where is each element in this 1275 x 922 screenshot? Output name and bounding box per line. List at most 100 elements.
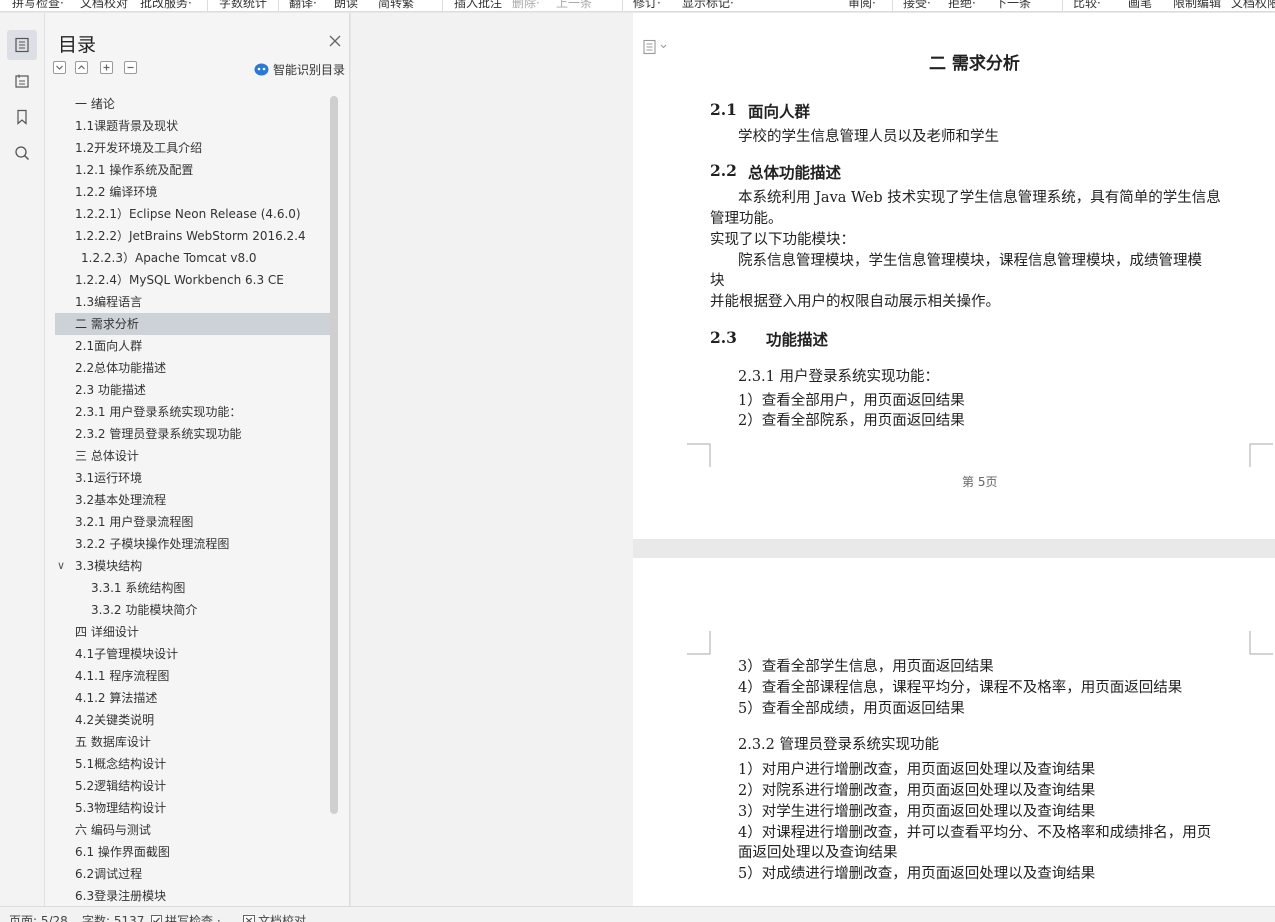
document-page[interactable]: 二 需求分析 2.1 面向人群 学校的学生信息管理人员以及老师和学生 2.2 总… (633, 13, 1275, 539)
reject-button[interactable]: 拒绝· (948, 0, 976, 11)
toc-item[interactable]: 1.2.2.3）Apache Tomcat v8.0 (55, 247, 331, 269)
toc-item[interactable]: 1.2开发环境及工具介绍 (55, 137, 331, 159)
translate-button[interactable]: 翻译· (289, 0, 317, 11)
chevron-down-icon[interactable]: ∨ (57, 555, 65, 577)
chapter-nav-button[interactable] (7, 66, 37, 96)
restrict-editing-button[interactable]: 限制编辑 (1173, 0, 1221, 11)
close-icon[interactable] (328, 34, 342, 48)
toc-item[interactable]: 二 需求分析 (55, 313, 331, 335)
toc-item[interactable]: 4.1.2 算法描述 (55, 687, 331, 709)
toc-item[interactable]: 4.1子管理模块设计 (55, 643, 331, 665)
toc-item[interactable]: 五 数据库设计 (55, 731, 331, 753)
collapse-all-button[interactable] (53, 61, 66, 74)
toc-item[interactable]: 2.2总体功能描述 (55, 357, 331, 379)
toc-item[interactable]: 1.2.2.2）JetBrains WebStorm 2016.2.4 (55, 225, 331, 247)
toc-item[interactable]: 1.2.2.1）Eclipse Neon Release (4.6.0) (55, 203, 331, 225)
previous-comment-button[interactable]: 上一条 (556, 0, 592, 11)
compare-button[interactable]: 比较· (1073, 0, 1101, 11)
toc-item[interactable]: 6.3登录注册模块 (55, 885, 331, 906)
toc-item-label: 1.1课题背景及现状 (75, 119, 179, 133)
toc-item-label: 3.2基本处理流程 (75, 493, 167, 507)
page-options-icon[interactable] (642, 39, 670, 55)
toc-item[interactable]: 1.3编程语言 (55, 291, 331, 313)
subsection-heading: 2.3.2 管理员登录系统实现功能 (738, 737, 940, 753)
toc-item[interactable]: 3.1运行环境 (55, 467, 331, 489)
toc-item[interactable]: 一 绪论 (55, 93, 331, 115)
spell-check-toggle[interactable]: 拼写检查 · (151, 912, 221, 922)
section-heading: 总体功能描述 (748, 163, 842, 182)
add-heading-button[interactable] (100, 61, 113, 74)
read-aloud-button[interactable]: 朗读 (334, 0, 358, 11)
toc-item-label: 6.2调试过程 (75, 867, 143, 881)
toc-item[interactable]: 三 总体设计 (55, 445, 331, 467)
track-changes-button[interactable]: 修订· (633, 0, 661, 11)
bookmark-panel-button[interactable] (7, 102, 37, 132)
next-change-button[interactable]: 下一条 (995, 0, 1031, 11)
toc-item[interactable]: 1.2.2.4）MySQL Workbench 6.3 CE (55, 269, 331, 291)
toc-item[interactable]: 4.2关键类说明 (55, 709, 331, 731)
section-number: 2.1 (710, 100, 737, 119)
document-permission-button[interactable]: 文档权限 (1231, 0, 1275, 11)
plus-icon (103, 64, 110, 71)
proofread-toggle[interactable]: 文档校对 (243, 912, 306, 922)
chapter-heading: 二 需求分析 (929, 54, 1020, 74)
toc-item[interactable]: 4.1.1 程序流程图 (55, 665, 331, 687)
toc-scrollbar[interactable] (330, 96, 338, 814)
spell-check-button[interactable]: 拼写检查· (12, 0, 64, 11)
toc-item[interactable]: ∨ 3.3模块结构 (55, 555, 331, 577)
toc-item[interactable]: 3.3.2 功能模块简介 (55, 599, 331, 621)
toc-item[interactable]: 5.3物理结构设计 (55, 797, 331, 819)
document-page[interactable]: 3）查看全部学生信息，用页面返回结果 4）查看全部课程信息，课程平均分，课程不及… (633, 558, 1275, 906)
review-button[interactable]: 审阅· (848, 0, 876, 11)
toc-item-label: 3.2.1 用户登录流程图 (75, 515, 194, 529)
correction-service-button[interactable]: 批改服务· (140, 0, 192, 11)
delete-comment-button[interactable]: 删除· (512, 0, 540, 11)
toc-item[interactable]: 2.3 功能描述 (55, 379, 331, 401)
toc-item[interactable]: 1.2.2 编译环境 (55, 181, 331, 203)
toc-item[interactable]: 5.1概念结构设计 (55, 753, 331, 775)
accept-button[interactable]: 接受· (903, 0, 931, 11)
toolbar-separator (442, 0, 443, 11)
paragraph: 实现了以下功能模块： (710, 232, 855, 248)
page-indicator[interactable]: 页面: 5/28 (9, 912, 68, 922)
toc-item-label: 5.2逻辑结构设计 (75, 779, 167, 793)
toc-item[interactable]: 2.3.2 管理员登录系统实现功能 (55, 423, 331, 445)
smart-toc-button[interactable]: 智能识别目录 (254, 61, 345, 77)
expand-up-button[interactable] (75, 61, 88, 74)
canvas-margin (351, 13, 633, 906)
status-bar: 页面: 5/28 字数: 5137 拼写检查 · 文档校对 (0, 906, 1275, 922)
section-heading: 功能描述 (766, 330, 829, 349)
toc-item[interactable]: 1.2.1 操作系统及配置 (55, 159, 331, 181)
paragraph: 本系统利用 Java Web 技术实现了学生信息管理系统，具有简单的学生信息 (738, 190, 1221, 206)
toc-item-label: 1.2.1 操作系统及配置 (75, 163, 194, 177)
doc-proofread-button[interactable]: 文档校对 (80, 0, 128, 11)
section-heading: 面向人群 (748, 102, 811, 121)
show-markup-button[interactable]: 显示标记· (682, 0, 734, 11)
pen-button[interactable]: 画笔 (1128, 0, 1152, 11)
insert-comment-button[interactable]: 插入批注 (454, 0, 502, 11)
list-item: 1）查看全部用户，用页面返回结果 (738, 393, 965, 409)
toc-item[interactable]: 3.2基本处理流程 (55, 489, 331, 511)
remove-heading-button[interactable] (124, 61, 137, 74)
toc-item[interactable]: 3.2.2 子模块操作处理流程图 (55, 533, 331, 555)
toc-panel-title: 目录 (58, 34, 97, 56)
toc-item[interactable]: 2.1面向人群 (55, 335, 331, 357)
toc-item[interactable]: 1.1课题背景及现状 (55, 115, 331, 137)
toc-panel-button[interactable] (7, 30, 37, 60)
list-item: 3）查看全部学生信息，用页面返回结果 (738, 659, 994, 675)
word-count-button[interactable]: 字数统计 (219, 0, 267, 11)
toc-item-label: 5.1概念结构设计 (75, 757, 167, 771)
toc-item[interactable]: 四 详细设计 (55, 621, 331, 643)
toc-item[interactable]: 6.1 操作界面截图 (55, 841, 331, 863)
toc-item[interactable]: 3.3.1 系统结构图 (55, 577, 331, 599)
toc-item[interactable]: 3.2.1 用户登录流程图 (55, 511, 331, 533)
toc-item[interactable]: 六 编码与测试 (55, 819, 331, 841)
simplified-to-traditional-button[interactable]: 简转繁 (378, 0, 414, 11)
proofread-label: 文档校对 (258, 914, 307, 922)
word-count-indicator[interactable]: 字数: 5137 (82, 912, 144, 922)
toc-item[interactable]: 2.3.1 用户登录系统实现功能： (55, 401, 331, 423)
toc-item[interactable]: 5.2逻辑结构设计 (55, 775, 331, 797)
toolbar-separator (278, 0, 279, 11)
search-panel-button[interactable] (7, 138, 37, 168)
toc-item[interactable]: 6.2调试过程 (55, 863, 331, 885)
